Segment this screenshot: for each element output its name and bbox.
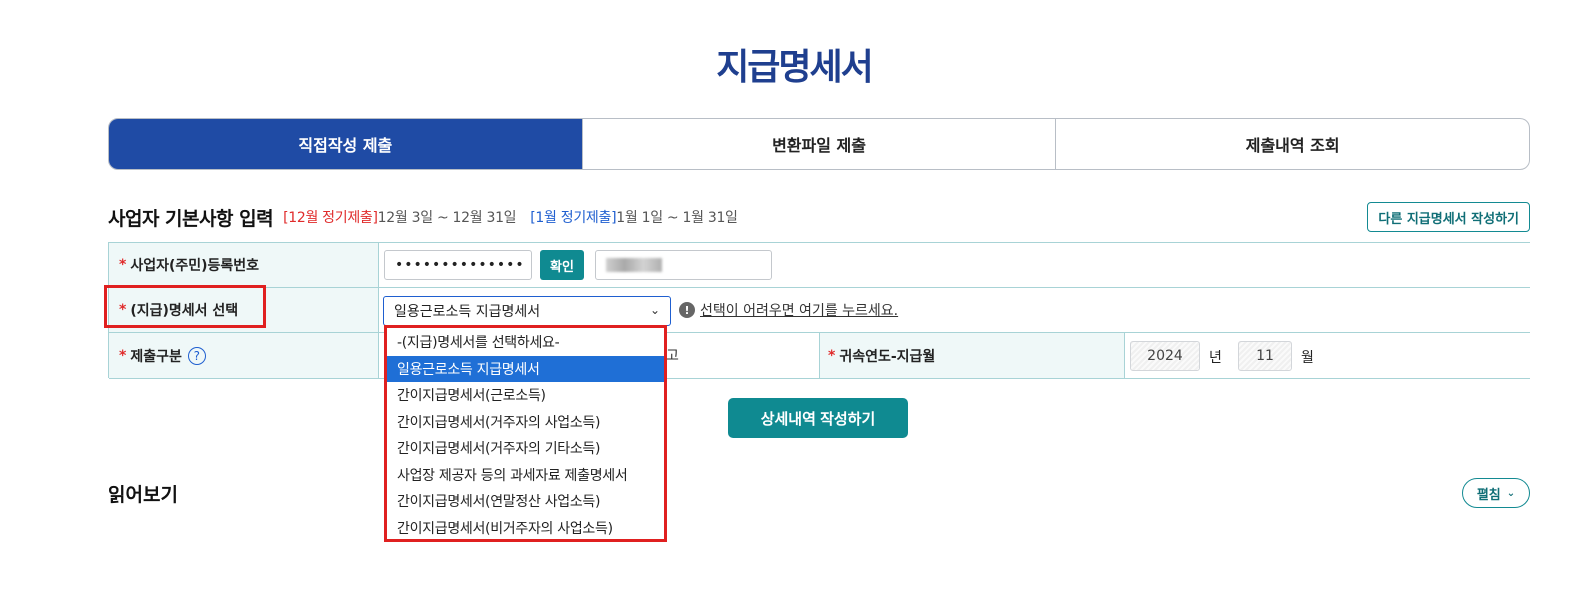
other-statement-button[interactable]: 다른 지급명세서 작성하기 — [1367, 202, 1530, 232]
form-row-submit-type: * 제출구분 ? 고 * 귀속연도-지급월 2024 년 11 월 — [109, 333, 1530, 379]
statement-help-text: 선택이 어려우면 여기를 누르세요. — [700, 303, 899, 319]
section-header: 사업자 기본사항 입력 [12월 정기제출]12월 3일 ~ 12월 31일 [… — [108, 202, 1530, 232]
period-december: [12월 정기제출]12월 3일 ~ 12월 31일 — [283, 207, 517, 227]
tab-file-convert-submit[interactable]: 변환파일 제출 — [581, 119, 1056, 169]
biz-no-label: * 사업자(주민)등록번호 — [109, 243, 379, 287]
basic-info-form: * 사업자(주민)등록번호 •••••••••••••• 확인 * (지급)명세서 … — [108, 242, 1530, 379]
tab-submission-history[interactable]: 제출내역 조회 — [1055, 119, 1529, 169]
month-unit: 월 — [1301, 350, 1314, 366]
submit-type-partial: 고 — [666, 348, 679, 364]
tab-direct-submit[interactable]: 직접작성 제출 — [109, 119, 582, 169]
dropdown-option-selected[interactable]: 일용근로소득 지급명세서 — [387, 355, 664, 382]
chevron-down-icon: ⌄ — [649, 303, 660, 317]
tab-bar: 직접작성 제출 변환파일 제출 제출내역 조회 — [108, 118, 1530, 170]
required-mark: * — [119, 347, 127, 364]
redacted-name — [606, 258, 662, 272]
dropdown-option[interactable]: 사업장 제공자 등의 과세자료 제출명세서 — [387, 462, 664, 489]
biz-no-input[interactable]: •••••••••••••• — [384, 250, 532, 280]
month-input[interactable]: 11 — [1238, 341, 1292, 371]
year-unit: 년 — [1209, 350, 1222, 366]
dropdown-option[interactable]: 간이지급명세서(근로소득) — [387, 382, 664, 409]
submit-type-label-text: 제출구분 — [130, 348, 182, 365]
required-mark: * — [119, 302, 127, 318]
dropdown-option[interactable]: 간이지급명세서(거주자의 기타소득) — [387, 435, 664, 462]
biz-no-label-text: 사업자(주민)등록번호 — [130, 258, 260, 274]
dropdown-option[interactable]: -(지급)명세서를 선택하세요- — [387, 329, 664, 356]
form-row-statement: * (지급)명세서 선택 일용근로소득 지급명세서 ⌄ ! 선택이 어려우면 여기… — [109, 288, 1530, 333]
exclamation-icon: ! — [679, 302, 695, 318]
page-title: 지급명세서 — [716, 47, 874, 88]
required-mark: * — [119, 257, 127, 273]
submit-type-label: * 제출구분 ? — [109, 333, 379, 378]
statement-select-value: 일용근로소득 지급명세서 — [394, 304, 541, 320]
biz-name-field — [595, 250, 772, 280]
statement-help-link[interactable]: ! 선택이 어려우면 여기를 누르세요. — [679, 300, 898, 320]
period-january-range: 1월 1일 ~ 1월 31일 — [616, 210, 738, 226]
dropdown-option[interactable]: 간이지급명세서(연말정산 사업소득) — [387, 488, 664, 515]
dropdown-option[interactable]: 간이지급명세서(비거주자의 사업소득) — [387, 515, 664, 542]
confirm-button[interactable]: 확인 — [540, 250, 584, 280]
form-row-biz-no: * 사업자(주민)등록번호 •••••••••••••• 확인 — [109, 243, 1530, 288]
section-title: 사업자 기본사항 입력 — [108, 207, 274, 230]
statement-label: * (지급)명세서 선택 — [109, 288, 379, 332]
statement-select[interactable]: 일용근로소득 지급명세서 ⌄ — [383, 296, 671, 326]
expand-label: 펼침 — [1476, 487, 1501, 503]
question-icon[interactable]: ? — [187, 346, 206, 365]
attribution-label-text: 귀속연도-지급월 — [839, 348, 936, 365]
read-section-title: 읽어보기 — [108, 484, 178, 506]
statement-label-text: (지급)명세서 선택 — [130, 303, 239, 319]
write-detail-button[interactable]: 상세내역 작성하기 — [728, 398, 908, 438]
period-december-range: 12월 3일 ~ 12월 31일 — [377, 210, 517, 226]
period-january-tag: [1월 정기제출] — [530, 210, 617, 226]
period-december-tag: [12월 정기제출] — [283, 210, 378, 226]
dropdown-option[interactable]: 간이지급명세서(거주자의 사업소득) — [387, 409, 664, 436]
chevron-down-icon: ⌄ — [1506, 487, 1516, 499]
required-mark: * — [828, 347, 836, 364]
period-january: [1월 정기제출]1월 1일 ~ 1월 31일 — [530, 207, 738, 227]
attribution-label: * 귀속연도-지급월 — [819, 333, 1125, 378]
expand-button[interactable]: 펼침 ⌄ — [1462, 478, 1530, 508]
year-input[interactable]: 2024 — [1130, 341, 1200, 371]
statement-dropdown-list: -(지급)명세서를 선택하세요- 일용근로소득 지급명세서 간이지급명세서(근로… — [384, 325, 667, 542]
